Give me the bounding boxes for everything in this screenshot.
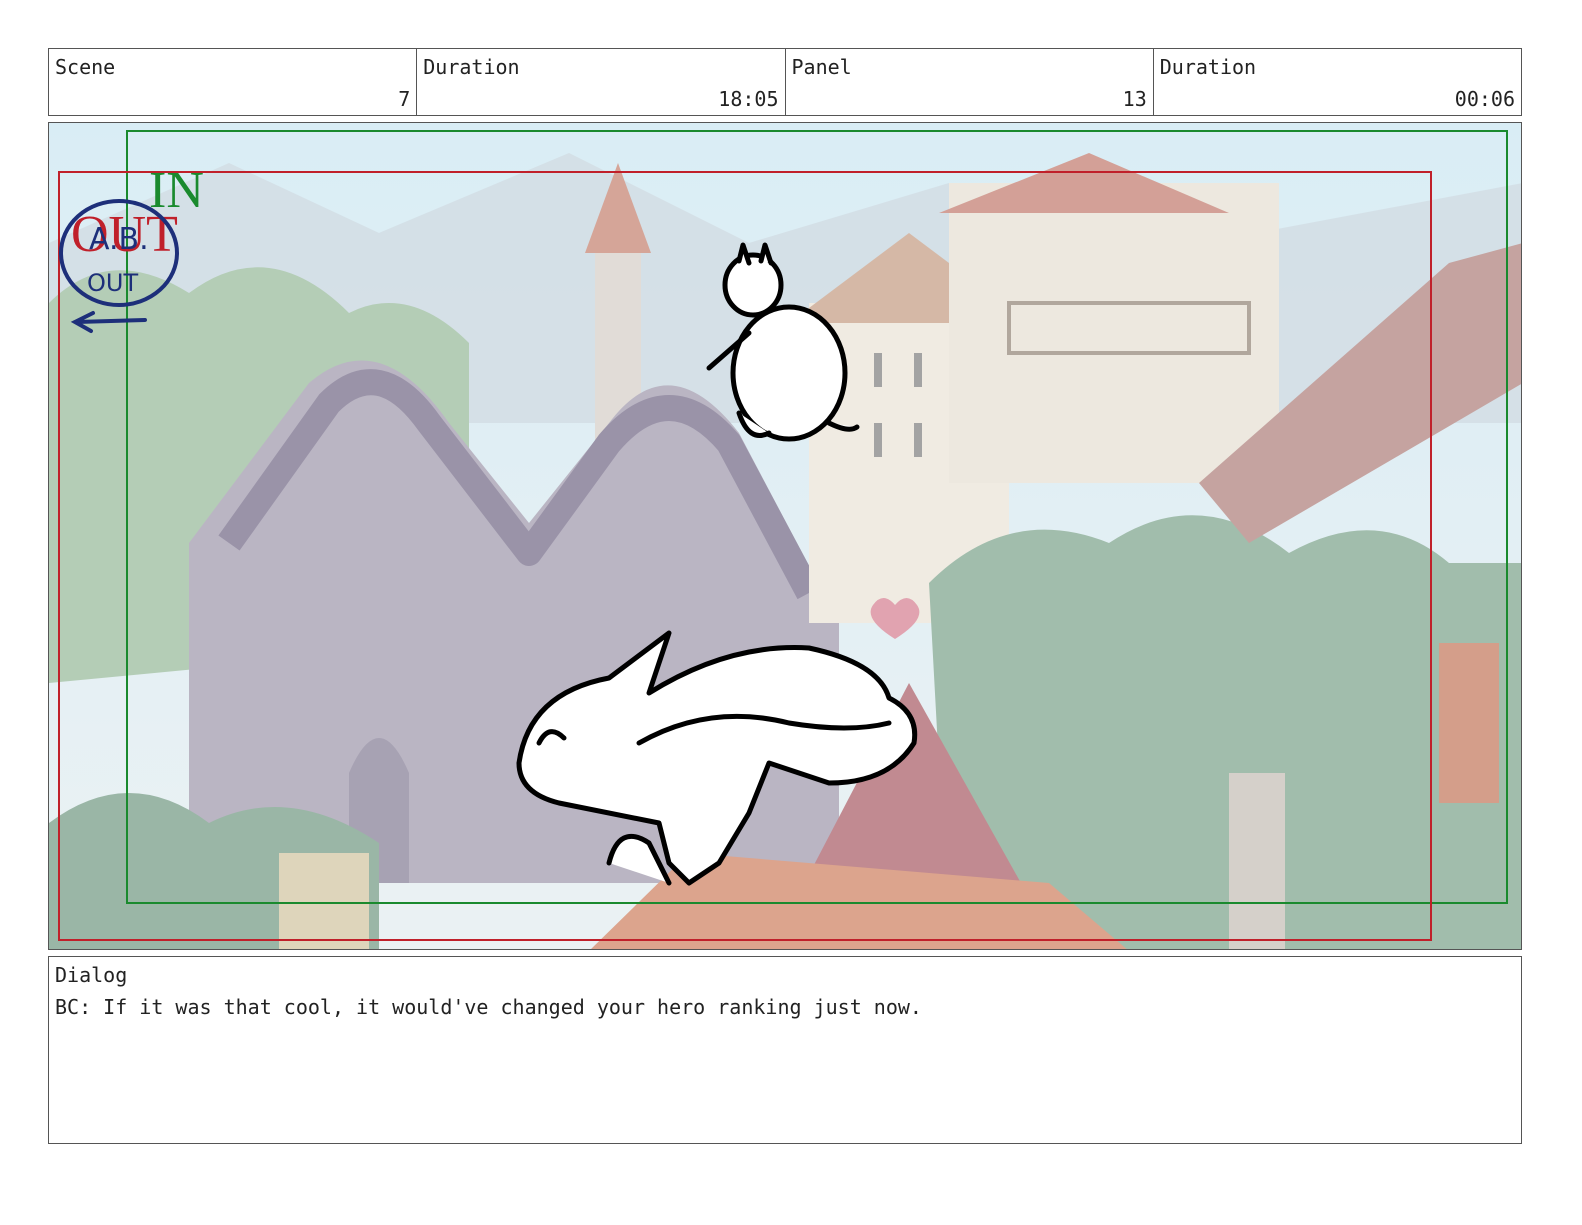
note-line-1: A.B. — [89, 222, 149, 257]
scene-duration-cell: Duration 18:05 — [417, 49, 786, 115]
panel-duration-label: Duration — [1159, 55, 1257, 79]
dialog-text: BC: If it was that cool, it would've cha… — [55, 995, 922, 1019]
note-line-2: OUT — [87, 269, 138, 297]
storyboard-header: Scene 7 Duration 18:05 Panel 13 Duration… — [48, 48, 1522, 116]
panel-duration-cell: Duration 00:06 — [1154, 49, 1521, 115]
dialog-label: Dialog — [55, 963, 128, 987]
panel-artwork: IN OUT A.B. OUT — [49, 123, 1521, 949]
panel-label: Panel — [791, 55, 852, 79]
scene-number: 7 — [398, 87, 411, 111]
scene-label: Scene — [55, 55, 116, 79]
scene-duration-value: 18:05 — [718, 87, 779, 111]
storyboard-panel-image: IN OUT A.B. OUT — [48, 122, 1522, 950]
scene-cell: Scene 7 — [49, 49, 418, 115]
panel-cell: Panel 13 — [786, 49, 1154, 115]
wash-overlay — [49, 123, 1521, 949]
scene-duration-label: Duration — [423, 55, 520, 79]
dialog-box: Dialog BC: If it was that cool, it would… — [48, 956, 1522, 1144]
panel-duration-value: 00:06 — [1454, 87, 1515, 111]
panel-number: 13 — [1122, 87, 1147, 111]
